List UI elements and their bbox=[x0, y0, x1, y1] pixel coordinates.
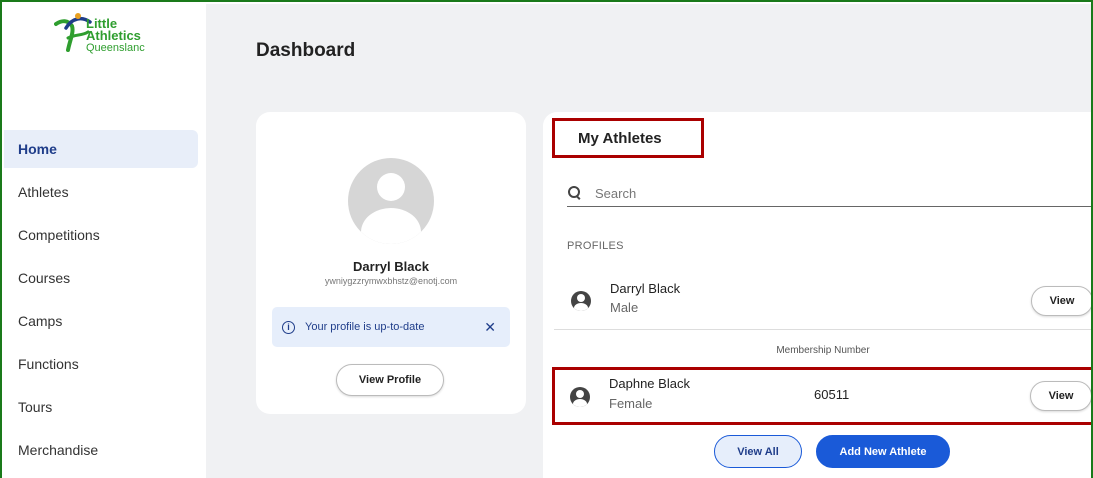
main-content: Dashboard Darryl Black ywniygzzrymwxbhst… bbox=[206, 4, 1091, 478]
view-athlete-button[interactable]: View bbox=[1031, 286, 1091, 316]
profile-card: Darryl Black ywniygzzrymwxbhstz@enotj.co… bbox=[256, 112, 526, 414]
athlete-row: Daphne Black Female 60511 View bbox=[552, 367, 1091, 425]
logo-line-2: Athletics bbox=[86, 28, 141, 43]
info-icon: i bbox=[282, 320, 295, 334]
sidebar: Little Athletics Queenslanc Home Athlete… bbox=[4, 4, 206, 478]
sidebar-item-functions[interactable]: Functions bbox=[4, 345, 198, 383]
search-input[interactable] bbox=[593, 184, 997, 202]
membership-number-header: Membership Number bbox=[776, 345, 870, 356]
app-frame: Little Athletics Queenslanc Home Athlete… bbox=[0, 0, 1093, 478]
athlete-gender: Male bbox=[610, 300, 639, 315]
my-athletes-card: My Athletes PROFILES Darryl Black Male V… bbox=[543, 112, 1091, 478]
sidebar-nav: Home Athletes Competitions Courses Camps… bbox=[4, 130, 198, 474]
avatar bbox=[348, 158, 434, 244]
my-athletes-title: My Athletes bbox=[552, 118, 704, 158]
sidebar-item-tours[interactable]: Tours bbox=[4, 388, 198, 426]
avatar-body-shape bbox=[361, 208, 421, 244]
avatar-head-shape bbox=[377, 173, 405, 201]
search-icon bbox=[567, 185, 583, 201]
sidebar-item-competitions[interactable]: Competitions bbox=[4, 216, 198, 254]
logo[interactable]: Little Athletics Queenslanc bbox=[4, 4, 206, 64]
athlete-row: Darryl Black Male View bbox=[554, 277, 1091, 330]
page-title: Dashboard bbox=[256, 40, 356, 61]
membership-number: 60511 bbox=[814, 387, 850, 402]
sidebar-item-merchandise[interactable]: Merchandise bbox=[4, 431, 198, 469]
profile-email: ywniygzzrymwxbhstz@enotj.com bbox=[324, 276, 458, 286]
profile-status-text: Your profile is up-to-date bbox=[305, 321, 425, 333]
profile-status-alert: i Your profile is up-to-date ✕ bbox=[272, 307, 510, 347]
profiles-section-label: PROFILES bbox=[567, 240, 624, 252]
close-icon[interactable]: ✕ bbox=[484, 319, 496, 336]
sidebar-item-athletes[interactable]: Athletes bbox=[4, 173, 198, 211]
sidebar-item-courses[interactable]: Courses bbox=[4, 259, 198, 297]
sidebar-item-camps[interactable]: Camps bbox=[4, 302, 198, 340]
view-all-button[interactable]: View All bbox=[714, 435, 802, 468]
athlete-gender: Female bbox=[609, 396, 653, 411]
view-profile-button[interactable]: View Profile bbox=[336, 364, 444, 396]
user-icon bbox=[571, 291, 591, 311]
sidebar-item-home[interactable]: Home bbox=[4, 130, 198, 168]
logo-line-3: Queenslanc bbox=[86, 42, 145, 54]
profile-name: Darryl Black bbox=[353, 259, 429, 274]
search-bar bbox=[567, 180, 1091, 207]
logo-text: Little Athletics Queenslanc bbox=[86, 17, 145, 54]
user-icon bbox=[570, 387, 590, 407]
athlete-name: Darryl Black bbox=[610, 281, 681, 296]
view-athlete-button[interactable]: View bbox=[1030, 381, 1091, 411]
add-new-athlete-button[interactable]: Add New Athlete bbox=[816, 435, 950, 468]
athlete-name: Daphne Black bbox=[609, 376, 690, 391]
